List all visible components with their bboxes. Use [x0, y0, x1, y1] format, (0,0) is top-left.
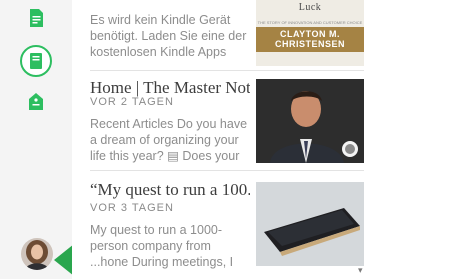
divider — [90, 70, 364, 71]
note-date: VOR 3 TAGEN — [90, 202, 174, 214]
note-item[interactable]: “My quest to run a 100... VOR 3 TAGEN My… — [90, 180, 364, 279]
book-title: Luck — [298, 2, 322, 13]
note-title: Home | The Master Not... — [90, 78, 250, 97]
note-title: “My quest to run a 100... — [90, 180, 250, 199]
note-item[interactable]: Es wird kein Kindle Gerät benötigt. Lade… — [90, 0, 364, 66]
book-subtitle: THE STORY OF INNOVATION AND CUSTOMER CHO… — [257, 20, 363, 25]
note-thumbnail-book-cover: Luck THE STORY OF INNOVATION AND CUSTOME… — [256, 0, 364, 66]
note-icon[interactable] — [24, 6, 48, 30]
book-author: CLAYTON M. CHRISTENSEN — [274, 29, 345, 49]
note-list: Es wird kein Kindle Gerät benötigt. Lade… — [72, 0, 372, 279]
note-snippet: My quest to run a 1000-person company fr… — [90, 223, 234, 269]
note-thumbnail-phone-photo — [256, 182, 364, 266]
note-thumbnail-portrait — [256, 79, 364, 163]
divider — [90, 170, 364, 171]
note-item[interactable]: Home | The Master Not... VOR 2 TAGEN Rec… — [90, 78, 364, 163]
right-gutter — [372, 0, 476, 279]
tag-icon[interactable] — [24, 90, 48, 114]
notebook-icon — [30, 53, 42, 69]
note-snippet: Recent Articles Do you have a dream of o… — [90, 117, 248, 163]
note-date: VOR 2 TAGEN — [90, 96, 174, 108]
note-snippet: Es wird kein Kindle Gerät benötigt. Lade… — [90, 13, 247, 59]
sidebar — [0, 0, 73, 279]
avatar[interactable] — [21, 238, 53, 270]
scroll-down-icon[interactable]: ▾ — [358, 266, 363, 276]
notebook-button[interactable] — [20, 45, 52, 77]
